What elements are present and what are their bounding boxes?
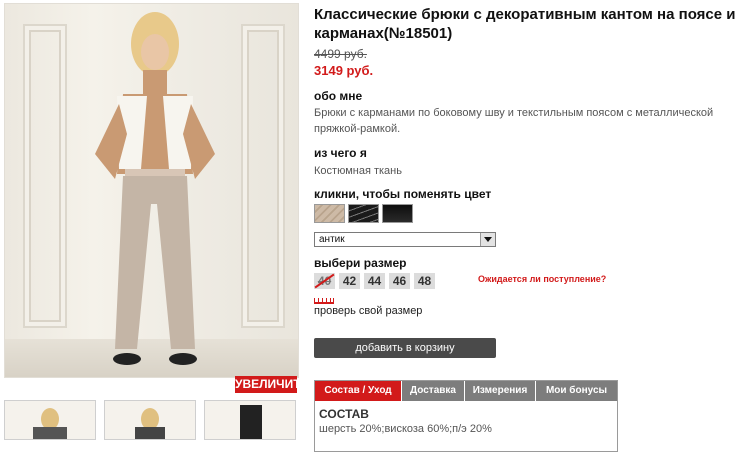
tab-bonuses[interactable]: Мои бонусы	[536, 381, 617, 401]
size-option-44[interactable]: 44	[364, 273, 385, 289]
product-main-photo[interactable]	[4, 3, 299, 378]
zoom-button[interactable]: УВЕЛИЧИТЬ	[235, 376, 309, 393]
thumbnail-image	[33, 408, 67, 439]
composition-heading: СОСТАВ	[319, 407, 369, 421]
thumbnail-1[interactable]	[4, 400, 96, 440]
model-figure	[95, 12, 215, 365]
thumbnail-image	[240, 405, 262, 439]
add-to-cart-button[interactable]: добавить в корзину	[314, 338, 496, 358]
availability-link[interactable]: Ожидается ли поступление?	[478, 274, 606, 284]
thumbnail-strip	[4, 400, 297, 440]
thumbnail-2[interactable]	[104, 400, 196, 440]
color-select-value: антик	[319, 234, 345, 245]
size-option-40: 40	[314, 273, 335, 289]
color-swatch-black[interactable]	[382, 204, 413, 223]
size-option-48[interactable]: 48	[414, 273, 435, 289]
color-swatch-black-striped[interactable]	[348, 204, 379, 223]
thumbnail-3[interactable]	[204, 400, 296, 440]
color-swatch-antique[interactable]	[314, 204, 345, 223]
about-text: Брюки с карманами по боковому шву и текс…	[314, 107, 714, 135]
color-select[interactable]: антик	[314, 232, 496, 247]
size-heading: выбери размер	[314, 256, 407, 270]
about-heading: обо мне	[314, 89, 363, 103]
product-title: Классические брюки с декоративным кантом…	[314, 6, 736, 42]
size-option-42[interactable]: 42	[339, 273, 360, 289]
chevron-down-icon[interactable]	[480, 233, 495, 246]
door-panel	[241, 24, 285, 328]
composition-text: шерсть 20%;вискоза 60%;п/э 20%	[319, 423, 492, 435]
material-heading: из чего я	[314, 146, 367, 160]
info-tabs: Состав / Уход Доставка Измерения Мои бон…	[314, 380, 618, 452]
tab-composition-care[interactable]: Состав / Уход	[315, 381, 402, 401]
sale-price: 3149 руб.	[314, 63, 374, 78]
thumbnail-image	[135, 408, 165, 439]
color-heading: кликни, чтобы поменять цвет	[314, 187, 492, 201]
material-text: Костюмная ткань	[314, 165, 402, 177]
tab-measurements[interactable]: Измерения	[465, 381, 536, 401]
tab-delivery[interactable]: Доставка	[402, 381, 465, 401]
size-option-46[interactable]: 46	[389, 273, 410, 289]
old-price: 4499 руб.	[314, 47, 367, 61]
door-panel	[23, 24, 67, 328]
size-check-link[interactable]: проверь свой размер	[314, 305, 422, 317]
ruler-icon[interactable]	[314, 295, 334, 304]
